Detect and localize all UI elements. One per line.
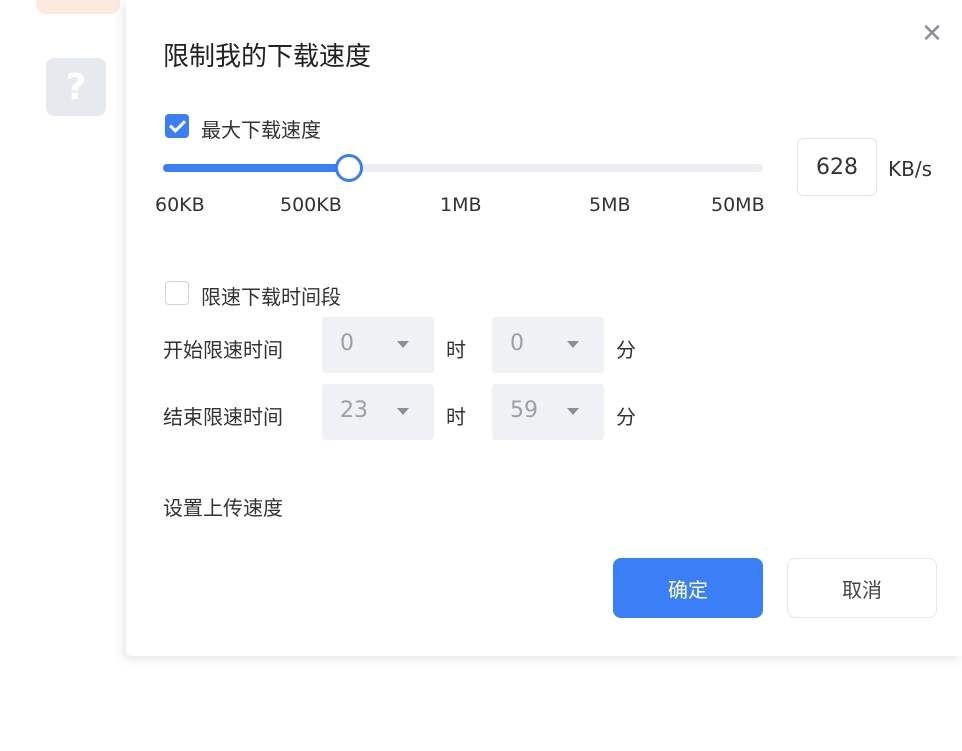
- start-time-label: 开始限速时间: [163, 338, 283, 362]
- end-hour-select[interactable]: 23: [322, 384, 434, 440]
- start-hour-select[interactable]: 0: [322, 317, 434, 373]
- time-limit-label[interactable]: 限速下载时间段: [201, 281, 341, 310]
- tick-label: 50MB: [711, 194, 765, 216]
- tick-label: 5MB: [589, 194, 631, 216]
- speed-unit: KB/s: [888, 157, 932, 181]
- end-hour-value: 23: [340, 398, 368, 423]
- dialog-title: 限制我的下载速度: [163, 42, 372, 72]
- speed-slider[interactable]: [163, 154, 763, 182]
- max-speed-checkbox[interactable]: [165, 114, 189, 138]
- minute-unit: 分: [616, 338, 636, 362]
- start-hour-value: 0: [340, 331, 354, 356]
- chevron-down-icon: [567, 408, 579, 415]
- tick-label: 500KB: [280, 194, 342, 216]
- end-time-label: 结束限速时间: [163, 405, 283, 429]
- hour-unit: 时: [446, 338, 466, 362]
- close-icon[interactable]: ✕: [920, 21, 944, 47]
- end-minute-select[interactable]: 59: [492, 384, 604, 440]
- start-minute-value: 0: [510, 331, 524, 356]
- confirm-button[interactable]: 确定: [613, 558, 763, 618]
- help-button[interactable]: ?: [46, 58, 106, 116]
- question-icon: ?: [65, 66, 87, 108]
- time-limit-checkbox[interactable]: [165, 281, 189, 305]
- slider-handle[interactable]: [335, 154, 363, 182]
- max-speed-label[interactable]: 最大下载速度: [201, 114, 321, 143]
- chevron-down-icon: [567, 341, 579, 348]
- slider-fill: [163, 164, 349, 172]
- chevron-down-icon: [397, 408, 409, 415]
- end-minute-value: 59: [510, 398, 538, 423]
- background-tab-highlight: [36, 0, 120, 14]
- hour-unit: 时: [446, 405, 466, 429]
- tick-label: 60KB: [155, 194, 205, 216]
- upload-speed-link[interactable]: 设置上传速度: [163, 492, 283, 521]
- chevron-down-icon: [397, 341, 409, 348]
- minute-unit: 分: [616, 405, 636, 429]
- speed-input[interactable]: 628: [797, 138, 877, 196]
- start-minute-select[interactable]: 0: [492, 317, 604, 373]
- tick-label: 1MB: [440, 194, 482, 216]
- cancel-button[interactable]: 取消: [787, 558, 937, 618]
